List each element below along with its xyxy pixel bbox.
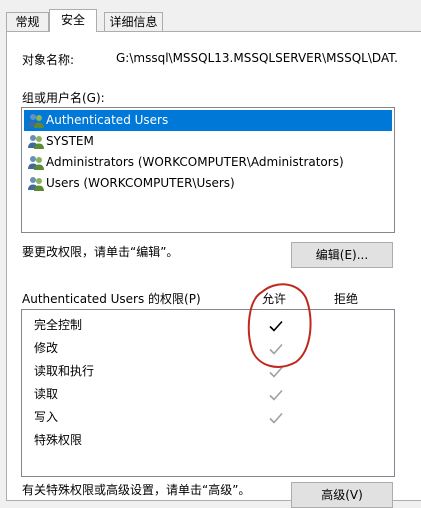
deny-column-header: 拒绝 — [334, 292, 359, 306]
allow-check-read — [269, 389, 283, 401]
users-group-icon — [28, 114, 44, 128]
tab-details-label: 详细信息 — [109, 15, 158, 29]
group-item-administrators[interactable]: Administrators (WORKCOMPUTER\Administrat… — [24, 152, 392, 173]
object-name-value: G:\mssql\MSSQL13.MSSQLSERVER\MSSQL\DAT. — [116, 51, 398, 65]
permission-name: 读取和执行 — [34, 364, 95, 378]
permission-row-read: 读取 — [34, 384, 58, 404]
group-item-system[interactable]: SYSTEM — [24, 131, 392, 152]
advanced-button-label: 高级(V) — [321, 488, 363, 502]
allow-check-write — [269, 412, 283, 424]
permissions-title: Authenticated Users 的权限(P) — [22, 292, 201, 306]
advanced-hint: 有关特殊权限或高级设置，请单击“高级”。 — [22, 483, 251, 497]
permission-row-modify: 修改 — [34, 338, 58, 358]
group-item-label: Authenticated Users — [46, 113, 169, 127]
edit-hint: 要更改权限，请单击“编辑”。 — [22, 245, 179, 259]
permission-name: 写入 — [34, 410, 59, 424]
tab-general-label: 常规 — [15, 15, 40, 29]
allow-check-modify — [269, 343, 283, 355]
group-item-label: Administrators (WORKCOMPUTER\Administrat… — [46, 155, 344, 169]
users-group-icon — [28, 156, 44, 170]
tab-security[interactable]: 安全 — [49, 9, 97, 32]
permission-name: 读取 — [34, 387, 59, 401]
tab-security-label: 安全 — [60, 13, 85, 27]
permissions-list: 完全控制 修改 读取和执行 读取 写入 特殊权限 — [21, 309, 395, 477]
tab-general[interactable]: 常规 — [6, 12, 49, 31]
object-name-label: 对象名称: — [22, 53, 75, 67]
edit-button[interactable]: 编辑(E)... — [291, 242, 393, 268]
groups-listbox[interactable]: Authenticated Users SYSTEM Administrator… — [21, 107, 395, 233]
users-group-icon — [28, 135, 44, 149]
group-item-label: Users (WORKCOMPUTER\Users) — [46, 176, 235, 190]
permission-row-special: 特殊权限 — [34, 430, 82, 450]
group-item-label: SYSTEM — [46, 134, 94, 148]
permission-row-read-execute: 读取和执行 — [34, 361, 94, 381]
advanced-button[interactable]: 高级(V) — [291, 482, 393, 508]
group-item-authenticated-users[interactable]: Authenticated Users — [24, 110, 392, 131]
allow-column-header: 允许 — [262, 292, 287, 306]
permission-name: 修改 — [34, 341, 59, 355]
users-group-icon — [28, 177, 44, 191]
permission-row-full-control: 完全控制 — [34, 315, 82, 335]
permission-name: 特殊权限 — [34, 433, 83, 447]
group-item-users[interactable]: Users (WORKCOMPUTER\Users) — [24, 173, 392, 194]
allow-check-full-control — [269, 320, 283, 332]
permission-row-write: 写入 — [34, 407, 58, 427]
edit-button-label: 编辑(E)... — [315, 248, 369, 262]
tab-details[interactable]: 详细信息 — [104, 12, 163, 31]
allow-check-read-execute — [269, 366, 283, 378]
groups-label: 组或用户名(G): — [22, 91, 105, 105]
permission-name: 完全控制 — [34, 318, 83, 332]
